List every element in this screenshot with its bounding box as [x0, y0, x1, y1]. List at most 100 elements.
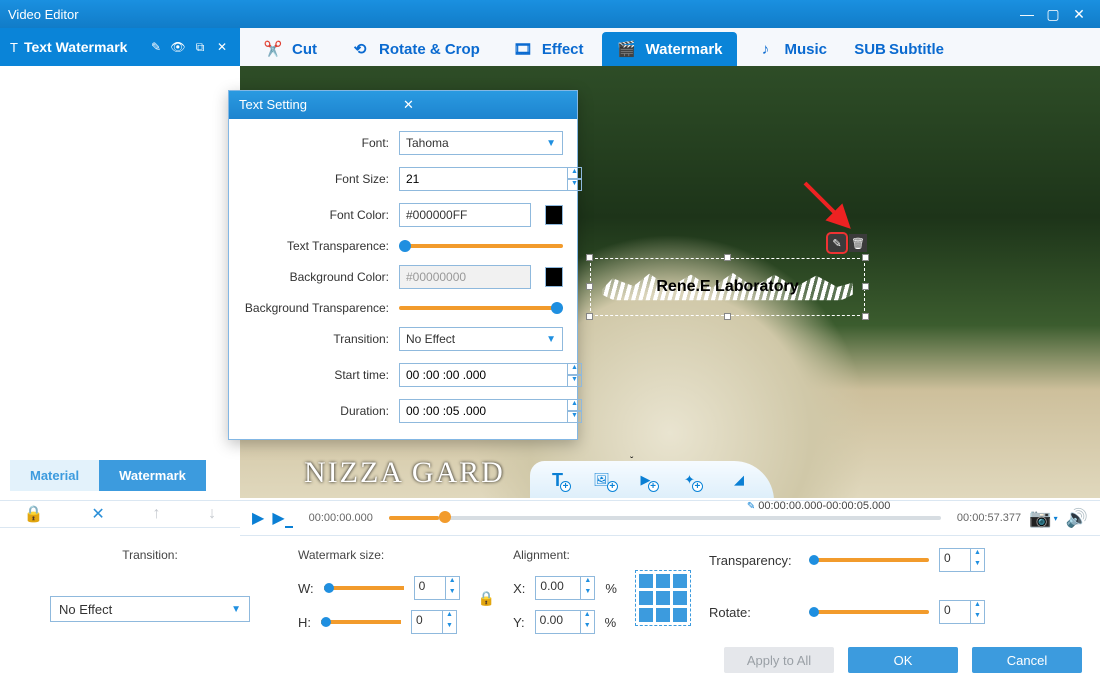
alignment-grid[interactable] — [635, 570, 691, 626]
starttime-label: Start time: — [239, 368, 389, 382]
dialog-body: Font: Tahoma▼ Font Size: ▲▼ Font Color: … — [229, 119, 577, 439]
time-total: 00:00:57.377 — [957, 512, 1021, 524]
fontsize-input[interactable]: ▲▼ — [399, 167, 582, 191]
w-input[interactable]: 0▲▼ — [414, 576, 460, 600]
y-unit: % — [605, 615, 617, 630]
play-button[interactable]: ▶ — [252, 508, 264, 528]
add-shape-watermark-button[interactable]: ✦+ — [680, 465, 710, 495]
w-slider[interactable] — [324, 586, 404, 590]
y-input[interactable]: 0.00▲▼ — [535, 610, 595, 634]
transition-hdr: Transition: — [20, 548, 280, 562]
rotate-slider[interactable] — [809, 610, 929, 614]
step-button[interactable]: ▶ — [272, 508, 292, 528]
text-transparency-slider[interactable] — [399, 244, 563, 248]
duration-label: Duration: — [239, 404, 389, 418]
texttrans-label: Text Transparence: — [239, 239, 389, 253]
aspect-lock-icon[interactable]: 🔒 — [478, 590, 495, 607]
starttime-input[interactable]: ▲▼ — [399, 363, 582, 387]
playhead[interactable] — [439, 511, 451, 523]
x-label: X: — [513, 581, 525, 596]
transparency-slider[interactable] — [809, 558, 929, 562]
add-image-watermark-button[interactable]: 🖼+ — [592, 465, 622, 495]
watermark-list-tab[interactable]: Watermark — [99, 460, 206, 491]
bgcolor-input[interactable]: #00000000 — [399, 265, 531, 289]
transition-select[interactable]: No Effect▼ — [399, 327, 563, 351]
timeline-track[interactable]: 00:00:00.000-00:00:05.000 — [389, 516, 941, 520]
tab-cut[interactable]: ✂️ Cut — [248, 32, 331, 66]
x-input[interactable]: 0.00▲▼ — [535, 576, 595, 600]
add-text-watermark-button[interactable]: T+ — [548, 465, 578, 495]
edit-icon[interactable]: ✎ — [148, 40, 164, 54]
close-button[interactable]: ✕ — [1066, 6, 1092, 23]
cancel-button[interactable]: Cancel — [972, 647, 1082, 673]
rotate-input[interactable]: 0▲▼ — [939, 600, 985, 624]
rotate-label: Rotate: — [709, 605, 799, 620]
apply-all-button[interactable]: Apply to All — [724, 647, 834, 673]
text-icon: T — [10, 40, 18, 55]
h-label: H: — [298, 615, 311, 630]
dialog-close-icon[interactable]: ✕ — [403, 97, 567, 113]
window-title: Video Editor — [8, 7, 1014, 22]
tab-watermark[interactable]: 🎬 Watermark — [602, 32, 737, 66]
eye-icon[interactable]: 👁 — [170, 40, 186, 54]
bgcolor-swatch[interactable] — [545, 267, 563, 287]
watermark-overlay[interactable]: Rene.E Laboratory — [590, 258, 865, 316]
lock-icon[interactable]: 🔒 — [24, 504, 44, 524]
move-up-icon[interactable]: ↑ — [152, 505, 160, 523]
w-label: W: — [298, 581, 314, 596]
sidebar: T Text Watermark ✎ 👁 ⧉ ✕ — [0, 28, 240, 462]
source-caption: NIZZA GARD — [304, 456, 505, 490]
dialog-title: Text Setting — [239, 97, 403, 113]
material-tab[interactable]: Material — [10, 460, 99, 491]
size-hdr: Watermark size: — [298, 548, 460, 562]
snapshot-button[interactable]: 📷▾ — [1029, 508, 1057, 529]
bgcolor-label: Background Color: — [239, 270, 389, 284]
rotate-icon: ⟲ — [349, 38, 371, 60]
watermark-icon: 🎬 — [616, 38, 638, 60]
sidebar-title: Text Watermark — [24, 39, 142, 55]
subtitle-icon: SUB — [859, 38, 881, 60]
watermark-edit-icon[interactable]: ✎ — [828, 234, 846, 252]
align-hdr: Alignment: — [513, 548, 617, 562]
duplicate-icon[interactable]: ⧉ — [192, 40, 208, 55]
duration-input[interactable]: ▲▼ — [399, 399, 582, 423]
cut-icon: ✂️ — [262, 38, 284, 60]
h-slider[interactable] — [321, 620, 401, 624]
tab-subtitle[interactable]: SUB Subtitle — [845, 32, 958, 66]
fontcolor-input[interactable]: #000000FF — [399, 203, 531, 227]
y-label: Y: — [513, 615, 525, 630]
time-current: 00:00:00.000 — [309, 512, 373, 524]
tab-effect[interactable]: 🎞 Effect — [498, 32, 598, 66]
delete-icon[interactable]: ✕ — [91, 504, 104, 524]
fontcolor-label: Font Color: — [239, 208, 389, 222]
list-actions: 🔒 ✕ ↑ ↓ — [0, 500, 240, 528]
music-icon: ♪ — [755, 38, 777, 60]
side-tabs: Material Watermark — [10, 460, 206, 491]
watermark-delete-icon[interactable]: 🗑 — [849, 234, 867, 252]
fontcolor-swatch[interactable] — [545, 205, 563, 225]
watermark-text: Rene.E Laboratory — [656, 278, 798, 296]
transparency-input[interactable]: 0▲▼ — [939, 548, 985, 572]
h-input[interactable]: 0▲▼ — [411, 610, 457, 634]
volume-icon[interactable]: 🔊 — [1066, 508, 1088, 529]
effect-icon: 🎞 — [512, 38, 534, 60]
font-select[interactable]: Tahoma▼ — [399, 131, 563, 155]
annotation-arrow — [800, 178, 860, 238]
move-down-icon[interactable]: ↓ — [208, 505, 216, 523]
title-bar: Video Editor — ▢ ✕ — [0, 0, 1100, 28]
minimize-button[interactable]: — — [1014, 6, 1040, 22]
remove-watermark-button[interactable]: ◢ — [724, 465, 754, 495]
font-label: Font: — [239, 136, 389, 150]
remove-icon[interactable]: ✕ — [214, 40, 230, 54]
text-setting-dialog[interactable]: Text Setting ✕ Font: Tahoma▼ Font Size: … — [228, 90, 578, 440]
dialog-titlebar[interactable]: Text Setting ✕ — [229, 91, 577, 119]
panel-transition-select[interactable]: No Effect▼ — [50, 596, 250, 622]
tab-music[interactable]: ♪ Music — [741, 32, 842, 66]
maximize-button[interactable]: ▢ — [1040, 6, 1066, 23]
tab-rotate[interactable]: ⟲ Rotate & Crop — [335, 32, 494, 66]
footer: Apply to All OK Cancel — [0, 640, 1100, 680]
bg-transparency-slider[interactable] — [399, 306, 563, 310]
add-watermark-toolbar: T+ 🖼+ ▶+ ✦+ ◢ — [530, 461, 774, 498]
ok-button[interactable]: OK — [848, 647, 958, 673]
add-video-watermark-button[interactable]: ▶+ — [636, 465, 666, 495]
